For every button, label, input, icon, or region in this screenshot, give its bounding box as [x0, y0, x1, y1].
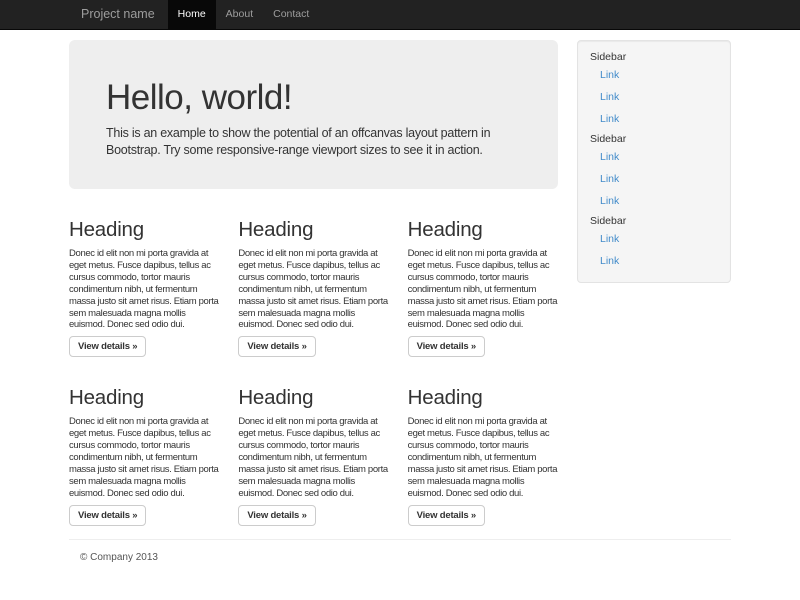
feature-card-4: Heading Donec id elit non mi porta gravi…	[69, 385, 238, 525]
feature-body: Donec id elit non mi porta gravida at eg…	[238, 416, 389, 499]
feature-row-1: Heading Donec id elit non mi porta gravi…	[69, 217, 577, 357]
sidebar-link-4[interactable]: Link	[590, 146, 722, 168]
feature-heading: Heading	[238, 385, 389, 410]
feature-card-5: Heading Donec id elit non mi porta gravi…	[238, 385, 407, 525]
sidebar-link-1[interactable]: Link	[590, 64, 722, 86]
view-details-button-6[interactable]: View details »	[408, 505, 485, 526]
feature-heading: Heading	[408, 385, 559, 410]
feature-body: Donec id elit non mi porta gravida at eg…	[408, 416, 559, 499]
sidebar-link-8[interactable]: Link	[590, 250, 722, 272]
footer: © Company 2013	[69, 552, 731, 563]
feature-heading: Heading	[69, 217, 220, 242]
jumbotron: Hello, world! This is an example to show…	[69, 40, 558, 189]
page-container: Hello, world! This is an example to show…	[69, 30, 731, 563]
feature-body: Donec id elit non mi porta gravida at eg…	[69, 416, 220, 499]
sidebar-well: Sidebar Link Link Link Sidebar Link Link…	[577, 40, 731, 283]
navbar-container: Project name Home About Contact	[69, 0, 731, 29]
view-details-button-5[interactable]: View details »	[238, 505, 315, 526]
sidebar: Sidebar Link Link Link Sidebar Link Link…	[577, 30, 731, 526]
sidebar-group-1-header: Sidebar	[590, 51, 722, 64]
feature-heading: Heading	[238, 217, 389, 242]
main-content: Hello, world! This is an example to show…	[69, 30, 577, 526]
feature-card-1: Heading Donec id elit non mi porta gravi…	[69, 217, 238, 357]
sidebar-nav: Sidebar Link Link Link Sidebar Link Link…	[590, 51, 722, 272]
page-title: Hello, world!	[106, 78, 521, 118]
sidebar-link-5[interactable]: Link	[590, 168, 722, 190]
feature-card-3: Heading Donec id elit non mi porta gravi…	[408, 217, 577, 357]
feature-heading: Heading	[408, 217, 559, 242]
feature-heading: Heading	[69, 385, 220, 410]
sidebar-group-2-header: Sidebar	[590, 133, 722, 146]
nav-item-home[interactable]: Home	[168, 0, 216, 29]
feature-body: Donec id elit non mi porta gravida at eg…	[69, 248, 220, 331]
copyright-text: © Company 2013	[69, 552, 731, 563]
navbar: Project name Home About Contact	[0, 0, 800, 30]
view-details-button-2[interactable]: View details »	[238, 336, 315, 357]
sidebar-group-3-header: Sidebar	[590, 215, 722, 228]
sidebar-link-6[interactable]: Link	[590, 190, 722, 212]
sidebar-link-3[interactable]: Link	[590, 108, 722, 130]
view-details-button-3[interactable]: View details »	[408, 336, 485, 357]
feature-body: Donec id elit non mi porta gravida at eg…	[408, 248, 559, 331]
sidebar-link-2[interactable]: Link	[590, 86, 722, 108]
jumbotron-description: This is an example to show the potential…	[106, 125, 521, 159]
nav-item-about[interactable]: About	[216, 0, 263, 29]
navbar-menu: Home About Contact	[168, 0, 320, 29]
feature-card-2: Heading Donec id elit non mi porta gravi…	[238, 217, 407, 357]
feature-body: Donec id elit non mi porta gravida at eg…	[238, 248, 389, 331]
view-details-button-4[interactable]: View details »	[69, 505, 146, 526]
sidebar-link-7[interactable]: Link	[590, 228, 722, 250]
feature-card-6: Heading Donec id elit non mi porta gravi…	[408, 385, 577, 525]
nav-item-contact[interactable]: Contact	[263, 0, 319, 29]
feature-row-2: Heading Donec id elit non mi porta gravi…	[69, 385, 577, 525]
footer-divider	[69, 539, 731, 540]
view-details-button-1[interactable]: View details »	[69, 336, 146, 357]
brand-link[interactable]: Project name	[69, 0, 167, 29]
